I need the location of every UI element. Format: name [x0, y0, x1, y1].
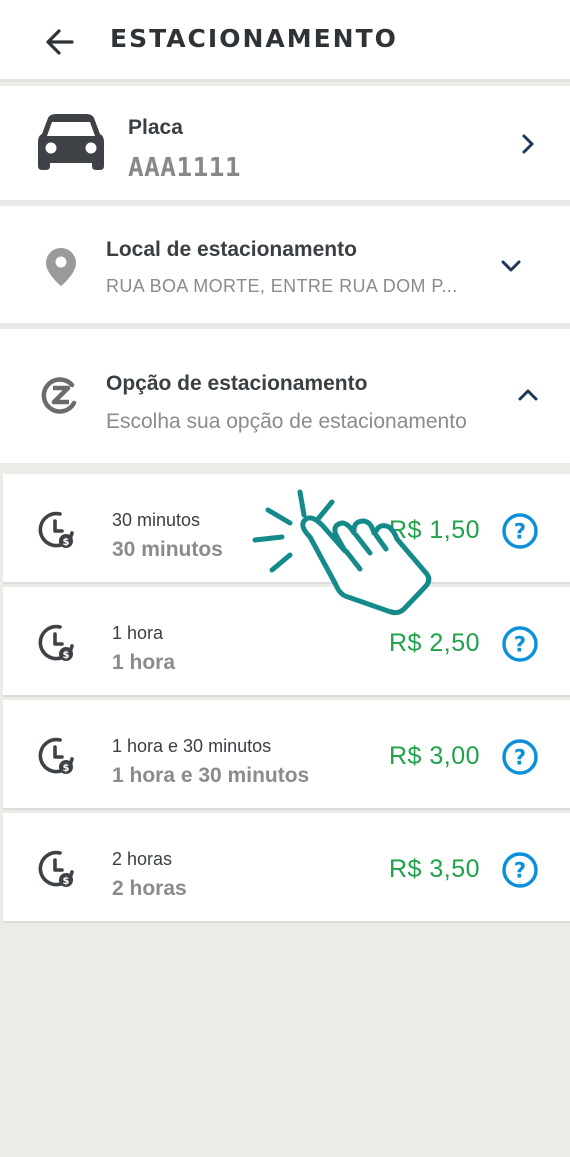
top-app-bar: ESTACIONAMENTO — [0, 0, 570, 82]
svg-text:$: $ — [63, 537, 70, 548]
option-2-horas[interactable]: $ 2 horas 2 horas R$ 3,50 ? — [3, 813, 570, 923]
svg-text:$: $ — [63, 650, 70, 661]
option-price: R$ 1,50 — [389, 516, 481, 544]
option-30-minutos[interactable]: $ 30 minutos 30 minutos R$ 1,50 ? — [3, 474, 570, 584]
placa-label: Placa — [128, 116, 183, 139]
chevron-down-icon[interactable] — [499, 254, 523, 278]
paid-time-icon: $ — [38, 511, 74, 548]
option-subtitle: 2 horas — [112, 877, 187, 900]
placa-row[interactable] — [0, 86, 570, 203]
option-title: 2 horas — [112, 849, 173, 869]
back-button[interactable] — [40, 22, 80, 62]
help-icon[interactable]: ? — [501, 625, 539, 663]
option-title: 30 minutos — [112, 510, 201, 530]
app-screen: ESTACIONAMENTO Placa AAA1111 Local de es… — [0, 0, 570, 1157]
help-icon[interactable]: ? — [501, 851, 539, 889]
zona-azul-icon — [41, 377, 77, 414]
car-icon — [38, 114, 104, 170]
chevron-up-icon[interactable] — [516, 383, 540, 407]
svg-text:?: ? — [514, 520, 526, 544]
opcao-estacionamento-row[interactable] — [0, 329, 570, 463]
paid-time-icon: $ — [38, 737, 74, 774]
help-icon[interactable]: ? — [501, 512, 539, 550]
option-title: 1 hora — [112, 623, 164, 643]
local-estacionamento-row[interactable] — [0, 206, 570, 326]
svg-text:?: ? — [514, 633, 526, 657]
svg-text:?: ? — [514, 746, 526, 770]
option-price: R$ 2,50 — [389, 629, 481, 657]
option-subtitle: 1 hora e 30 minutos — [112, 764, 310, 787]
chevron-right-icon[interactable] — [516, 132, 540, 156]
placa-value: AAA1111 — [128, 153, 242, 183]
local-value: RUA BOA MORTE, ENTRE RUA DOM P... — [106, 276, 458, 296]
svg-text:$: $ — [63, 876, 70, 887]
option-title: 1 hora e 30 minutos — [112, 736, 272, 756]
option-subtitle: 30 minutos — [112, 538, 223, 561]
option-subtitle: 1 hora — [112, 651, 176, 674]
option-1-hora[interactable]: $ 1 hora 1 hora R$ 2,50 ? — [3, 587, 570, 697]
page-title: ESTACIONAMENTO — [110, 24, 398, 53]
paid-time-icon: $ — [38, 624, 74, 661]
svg-text:$: $ — [63, 763, 70, 774]
help-icon[interactable]: ? — [501, 738, 539, 776]
option-price: R$ 3,00 — [389, 742, 481, 770]
local-label: Local de estacionamento — [106, 238, 357, 261]
svg-text:?: ? — [514, 859, 526, 883]
option-price: R$ 3,50 — [389, 855, 481, 883]
opcao-label: Opção de estacionamento — [106, 372, 368, 395]
option-1-hora-e-30-minutos[interactable]: $ 1 hora e 30 minutos 1 hora e 30 minuto… — [3, 700, 570, 810]
opcao-subtitle: Escolha sua opção de estacionamento — [106, 410, 467, 433]
arrow-left-icon — [46, 29, 74, 55]
location-pin-icon — [46, 248, 76, 286]
paid-time-icon: $ — [38, 850, 74, 887]
